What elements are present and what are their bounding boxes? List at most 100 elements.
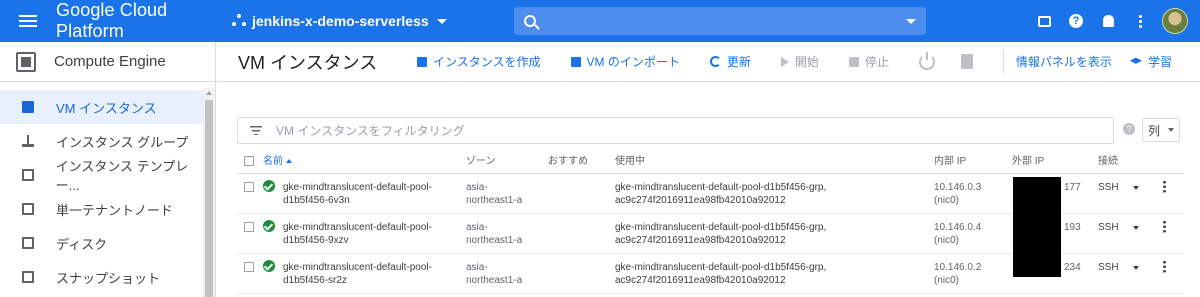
status-running-icon (263, 260, 275, 272)
stop-label: 停止 (864, 55, 889, 69)
instance-group-icon (22, 135, 34, 147)
avatar[interactable] (1162, 8, 1188, 34)
import-vm-button[interactable]: VM のインポート (570, 53, 680, 70)
sidebar-item-instance-groups[interactable]: インスタンス グループ (0, 124, 204, 158)
external-ip-value: 193 (1064, 222, 1081, 233)
filter-input[interactable] (276, 123, 876, 138)
brand-title[interactable]: Google Cloud Platform (56, 0, 232, 42)
chevron-down-icon[interactable] (1133, 226, 1139, 230)
sidebar-scrollbar[interactable] (203, 88, 215, 297)
status-running-icon (263, 220, 275, 232)
ssh-button[interactable]: SSH (1098, 261, 1119, 274)
play-icon (780, 56, 789, 67)
learn-button[interactable]: 学習 (1129, 53, 1172, 70)
row-checkbox[interactable] (244, 182, 254, 192)
more-vert-icon[interactable] (1163, 220, 1166, 233)
page-title: VM インスタンス (238, 52, 378, 73)
sidebar-item-label: ディスク (56, 236, 108, 252)
create-instance-label: インスタンスを作成 (433, 55, 541, 69)
help-button[interactable]: ? (1060, 0, 1092, 42)
in-use-by-value[interactable]: gke-mindtranslucent-default-pool-d1b5f45… (615, 261, 826, 287)
refresh-icon (709, 56, 721, 67)
notifications-button[interactable] (1092, 0, 1124, 42)
terminal-icon (1037, 15, 1051, 27)
sidebar-item-instance-templates[interactable]: インスタンス テンプレー... (0, 158, 204, 193)
filter-icon (250, 126, 262, 135)
zone-value: asia-northeast1-a (466, 222, 523, 246)
hamburger-icon (19, 15, 37, 27)
column-header-external-ip[interactable]: 外部 IP (1012, 155, 1044, 168)
more-options-button[interactable] (1124, 0, 1156, 42)
filter-help-icon[interactable]: ? (1123, 123, 1135, 135)
stop-button[interactable]: 停止 (848, 53, 889, 70)
chevron-down-icon[interactable] (1133, 186, 1139, 190)
sidebar-item-label: 単一テナントノード (56, 202, 174, 218)
columns-dropdown[interactable]: 列 (1142, 118, 1180, 142)
power-icon[interactable] (918, 51, 935, 70)
more-vert-icon[interactable] (1163, 180, 1166, 193)
ssh-button[interactable]: SSH (1098, 181, 1119, 194)
sidebar-item-snapshots[interactable]: スナップショット (0, 260, 204, 294)
sole-tenant-node-icon (22, 203, 34, 215)
global-search[interactable] (514, 7, 926, 35)
toolbar-divider (1002, 49, 1004, 74)
sidebar-item-label: インスタンス テンプレー... (55, 159, 189, 193)
instance-name[interactable]: gke-mindtranslucent-default-pool-d1b5f45… (283, 261, 432, 287)
stop-icon (848, 56, 859, 67)
refresh-button[interactable]: 更新 (709, 53, 751, 70)
instance-name[interactable]: gke-mindtranslucent-default-pool-d1b5f45… (283, 181, 432, 207)
sidebar-item-sole-tenant-nodes[interactable]: 単一テナントノード (0, 192, 204, 226)
column-header-in-use-by[interactable]: 使用中 (615, 155, 645, 168)
sort-ascending-icon (286, 159, 292, 164)
instance-template-icon (22, 169, 34, 181)
import-vm-label: VM のインポート (586, 55, 680, 69)
top-app-bar: Google Cloud Platform jenkins-x-demo-ser… (0, 0, 1200, 42)
column-header-name[interactable]: 名前 (263, 155, 292, 168)
refresh-label: 更新 (726, 55, 751, 69)
columns-label: 列 (1148, 123, 1161, 138)
instance-name[interactable]: gke-mindtranslucent-default-pool-d1b5f45… (283, 221, 432, 247)
chevron-down-icon[interactable] (1133, 266, 1139, 270)
in-use-by-value[interactable]: gke-mindtranslucent-default-pool-d1b5f45… (615, 221, 826, 247)
ssh-button[interactable]: SSH (1098, 221, 1119, 234)
disk-icon (22, 237, 34, 249)
start-label: 開始 (794, 55, 819, 69)
top-actions: ? (1028, 0, 1200, 42)
chevron-down-icon (1168, 128, 1175, 132)
row-checkbox[interactable] (244, 222, 254, 232)
row-checkbox[interactable] (244, 262, 254, 272)
menu-button[interactable] (0, 0, 56, 42)
project-name: jenkins-x-demo-serverless (252, 13, 429, 29)
search-icon (524, 15, 536, 27)
select-all-checkbox[interactable] (244, 156, 254, 166)
column-header-zone[interactable]: ゾーン (466, 155, 496, 168)
column-header-recommendation[interactable]: おすすめ (548, 155, 588, 168)
project-selector[interactable]: jenkins-x-demo-serverless (232, 0, 514, 42)
page-toolbar: VM インスタンス インスタンスを作成 VM のインポート 更新 開始 停止 情… (217, 42, 1200, 82)
internal-ip-value: 10.146.0.2 (nic0) (934, 262, 982, 286)
delete-icon[interactable] (960, 54, 973, 69)
sidebar-item-disks[interactable]: ディスク (0, 226, 204, 260)
snapshot-icon (22, 271, 34, 283)
create-instance-button[interactable]: インスタンスを作成 (417, 53, 541, 70)
add-box-icon (417, 56, 427, 67)
scroll-up-icon[interactable] (206, 91, 212, 95)
show-info-panel-button[interactable]: 情報パネルを表示 (1016, 53, 1112, 70)
column-header-connect[interactable]: 接続 (1098, 155, 1118, 168)
download-icon (570, 56, 581, 67)
bell-icon (1102, 15, 1114, 27)
in-use-by-value[interactable]: gke-mindtranslucent-default-pool-d1b5f45… (615, 181, 826, 207)
scrollbar-thumb[interactable] (205, 100, 213, 297)
start-button[interactable]: 開始 (780, 53, 819, 70)
sidebar-item-vm-instances[interactable]: VM インスタンス (0, 90, 204, 124)
cloud-shell-button[interactable] (1028, 0, 1060, 42)
column-header-internal-ip[interactable]: 内部 IP (934, 155, 966, 168)
project-dots-icon (232, 14, 246, 28)
product-header: Compute Engine (0, 42, 215, 82)
help-icon: ? (1069, 14, 1083, 28)
more-vert-icon[interactable] (1163, 260, 1166, 273)
vm-instance-icon (22, 101, 34, 113)
external-ip-value: 177 (1064, 182, 1081, 193)
chevron-down-icon (436, 18, 447, 24)
zone-value: asia-northeast1-a (466, 262, 523, 286)
